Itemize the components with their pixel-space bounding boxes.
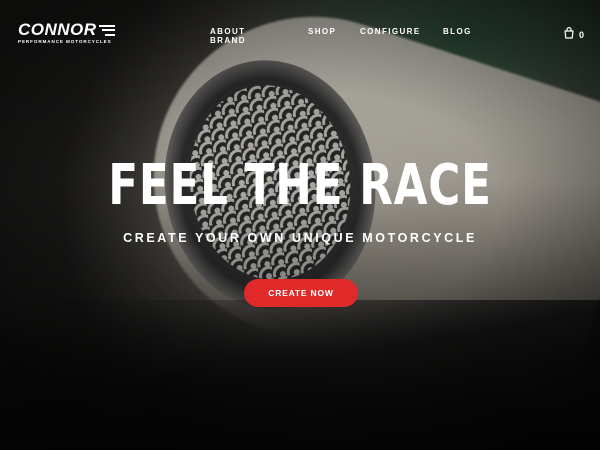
background-vignette [0,0,600,450]
site-header: CONNOR PERFORMANCE MOTORCYCLES ABOUT BRA… [0,0,600,66]
hero-section: CONNOR PERFORMANCE MOTORCYCLES ABOUT BRA… [0,0,600,450]
hero-headline: FEEL THE RACE [108,153,492,218]
nav-item-about-brand[interactable]: ABOUT BRAND [210,27,246,45]
brand-tagline: PERFORMANCE MOTORCYCLES [18,39,112,44]
brand-name: CONNOR [18,20,97,39]
nav-item-blog[interactable]: BLOG [443,27,472,36]
create-now-button[interactable]: CREATE NOW [244,279,358,307]
nav-item-configure[interactable]: CONFIGURE [360,27,421,36]
nav-item-shop[interactable]: SHOP [308,27,336,36]
logo-wordmark: CONNOR [18,20,115,39]
speed-lines-icon [98,24,115,36]
shopping-bag-icon [563,26,575,44]
hero-subheadline: CREATE YOUR OWN UNIQUE MOTORCYCLE [123,231,477,245]
cart-button[interactable]: 0 [563,26,584,44]
brand-logo[interactable]: CONNOR PERFORMANCE MOTORCYCLES [18,20,115,44]
cart-count: 0 [578,30,584,40]
